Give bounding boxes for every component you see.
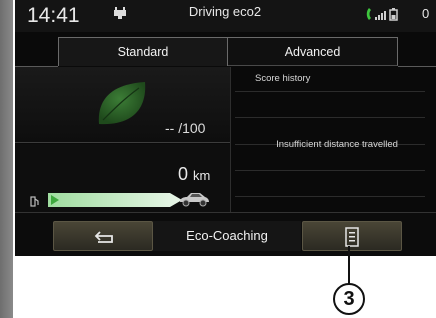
score-history-title: Score history [255, 73, 311, 84]
tab-standard[interactable]: Standard [58, 37, 228, 66]
page-margin-strip [0, 0, 13, 318]
callout-marker: 3 [333, 283, 365, 315]
menu-button[interactable] [302, 221, 402, 251]
distance-unit: km [193, 168, 211, 183]
history-empty-message: Insufficient distance travelled [276, 139, 398, 150]
bottom-bar: Eco-Coaching [15, 212, 436, 256]
history-grid-line [235, 196, 425, 197]
screen-title: Driving eco2 [188, 4, 262, 19]
clock: 14:41 [27, 4, 80, 27]
callout-line [348, 246, 350, 285]
phone-signal-icon [365, 6, 405, 27]
distance-number: 0 [178, 164, 189, 184]
back-button[interactable] [53, 221, 153, 251]
infotainment-screen: 14:41 Driving eco2 0 Standard Advanced -… [15, 0, 436, 256]
distance-panel: 0 km [15, 144, 230, 212]
eco-score-panel: -- /100 [15, 67, 230, 143]
history-grid-line [235, 91, 425, 92]
eco-coaching-label: Eco-Coaching [153, 221, 301, 251]
panel-divider [230, 67, 231, 212]
status-count: 0 [422, 6, 430, 21]
distance-value: 0 km [178, 164, 210, 185]
car-icon [178, 191, 210, 212]
history-grid-line [235, 117, 425, 118]
history-grid-line [235, 170, 425, 171]
status-bar: 14:41 Driving eco2 0 [15, 0, 436, 32]
tab-underline [398, 66, 436, 67]
eco-score-value: -- /100 [165, 120, 206, 136]
leaf-icon [95, 80, 149, 133]
tab-advanced[interactable]: Advanced [228, 37, 398, 66]
fuel-pump-icon [30, 194, 40, 212]
charge-plug-icon [113, 6, 127, 25]
